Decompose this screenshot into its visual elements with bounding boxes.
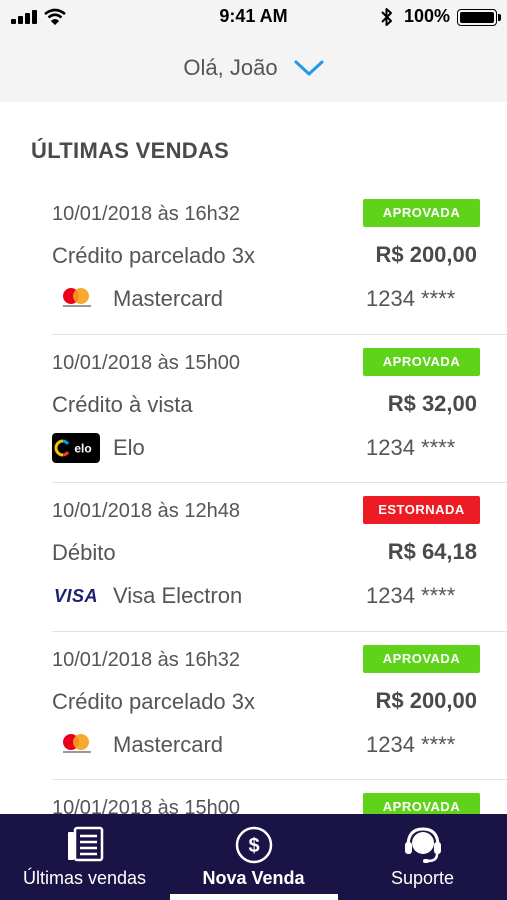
tab-suporte[interactable]: Suporte (338, 814, 507, 900)
status-badge: APROVADA (363, 199, 480, 227)
tab-ultimas-vendas[interactable]: Últimas vendas (0, 814, 169, 900)
greeting: Olá, João (183, 55, 278, 80)
elo-icon: elo (52, 432, 100, 463)
account-selector[interactable]: Olá, João (0, 34, 507, 102)
card-brand-logo: VISA (52, 581, 100, 611)
tab-label: Nova Venda (202, 868, 305, 888)
card-brand: Elo (113, 434, 145, 460)
mastercard-icon (62, 733, 91, 756)
chevron-down-icon[interactable] (294, 58, 324, 78)
mastercard-icon (62, 288, 91, 310)
list-icon (67, 826, 103, 862)
bluetooth-icon (381, 8, 392, 26)
sales-list[interactable]: 10/01/2018 às 16h32 APROVADA Crédito parce… (0, 186, 507, 814)
sale-type: Crédito à vista (52, 391, 193, 417)
status-badge: APROVADA (363, 347, 480, 376)
sale-datetime: 10/01/2018 às 15h00 (52, 797, 240, 814)
battery-icon (457, 9, 497, 26)
sale-datetime: 10/01/2018 às 16h32 (52, 648, 240, 671)
section-title: ÚLTIMAS VENDAS (31, 138, 230, 163)
card-brand: Mastercard (113, 286, 224, 311)
status-badge: APROVADA (363, 793, 480, 814)
card-number: 1234 **** (366, 286, 456, 311)
sale-type: Crédito parcelado 3x (52, 688, 256, 714)
headset-icon (404, 827, 441, 863)
status-badge: APROVADA (363, 644, 480, 673)
card-number: 1234 **** (366, 434, 456, 460)
card-number: 1234 **** (366, 583, 456, 608)
sale-amount: R$ 32,00 (387, 390, 477, 416)
status-badge: ESTORNADA (363, 496, 480, 524)
sale-item[interactable]: 10/01/2018 às 15h00 APROVADA Crédito à vis… (52, 335, 507, 483)
status-bar: 9:41 AM 100% (0, 0, 507, 34)
sale-amount: R$ 200,00 (375, 687, 477, 713)
tab-nova-venda[interactable]: $ Nova Venda (169, 814, 338, 900)
card-brand-logo (52, 284, 100, 314)
sale-amount: R$ 200,00 (375, 242, 477, 267)
elo-logo-text: elo (74, 441, 91, 455)
sale-type: Débito (52, 540, 116, 565)
battery-percent: 100% (404, 6, 451, 26)
sale-type: Crédito parcelado 3x (52, 243, 256, 268)
active-tab-indicator (170, 894, 338, 900)
card-brand: Visa Electron (113, 583, 243, 608)
card-number: 1234 **** (366, 731, 456, 757)
svg-text:$: $ (248, 835, 259, 857)
battery-cap (498, 14, 501, 21)
sale-amount: R$ 64,18 (387, 539, 477, 564)
tab-bar: Últimas vendas $ Nova Venda Suporte (0, 814, 507, 900)
sale-item[interactable]: 10/01/2018 às 15h00APROVADACrédito à vis… (52, 780, 507, 814)
card-brand-logo: elo (52, 432, 100, 463)
card-brand-logo (52, 730, 100, 760)
card-brand: Mastercard (113, 731, 224, 757)
sale-item[interactable]: 10/01/2018 às 16h32 APROVADA Crédito parce… (52, 632, 507, 780)
sale-datetime: 10/01/2018 às 15h00 (52, 351, 240, 374)
sale-item[interactable]: 10/01/2018 às 12h48 ESTORNADA Débito R$ 64,… (52, 483, 507, 632)
tab-label: Últimas vendas (22, 868, 147, 888)
tab-label: Suporte (390, 868, 455, 888)
visa-icon: VISA (53, 585, 98, 606)
sale-datetime: 10/01/2018 às 16h32 (52, 203, 240, 225)
sale-item[interactable]: 10/01/2018 às 16h32 APROVADA Crédito parce… (52, 186, 507, 335)
dollar-icon: $ (235, 826, 272, 864)
sale-datetime: 10/01/2018 às 12h48 (52, 500, 240, 522)
